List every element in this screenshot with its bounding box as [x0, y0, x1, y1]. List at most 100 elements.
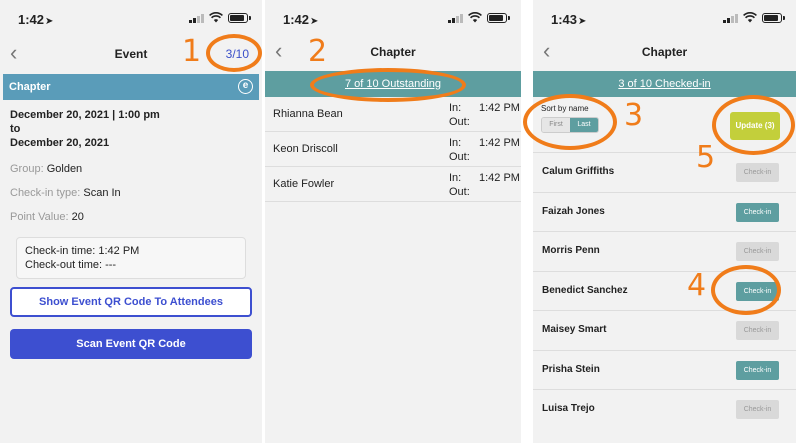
annotation-number: 4	[687, 268, 707, 303]
location-arrow-icon: ➤	[45, 16, 54, 27]
table-row: Prisha Stein Check-in	[533, 349, 796, 390]
page-title: Chapter	[641, 45, 688, 59]
event-details: December 20, 2021 | 1:00 pm to December …	[10, 100, 252, 443]
signal-icon	[448, 13, 463, 23]
event-counter[interactable]: 3/10	[226, 47, 249, 61]
attendee-list: Calum Griffiths Check-in Faizah Jones Check…	[533, 152, 796, 429]
table-row: Calum Griffiths Check-in	[533, 152, 796, 192]
location-arrow-icon: ➤	[578, 16, 587, 27]
chapter-label: Chapter	[9, 81, 51, 93]
status-icons	[448, 12, 510, 23]
sort-control: Sort by name First Last	[541, 104, 599, 133]
status-icons	[723, 12, 785, 23]
battery-icon	[487, 12, 510, 23]
e-logo-icon[interactable]: e	[238, 79, 253, 94]
attendee-name: Luisa Trejo	[542, 403, 595, 414]
table-row: Luisa Trejo Check-in	[533, 389, 796, 429]
in-out-labels: In: Out:	[449, 102, 470, 128]
wifi-icon	[209, 12, 223, 23]
check-in-button[interactable]: Check-in	[736, 400, 779, 419]
attendee-name: Benedict Sanchez	[542, 284, 628, 296]
scan-qr-code-button[interactable]: Scan Event QR Code	[10, 329, 252, 359]
event-date-to: to	[10, 123, 21, 135]
show-qr-code-button[interactable]: Show Event QR Code To Attendees	[10, 287, 252, 317]
page-title: Chapter	[370, 45, 416, 59]
check-in-button[interactable]: Check-in	[736, 202, 779, 222]
sort-label: Sort by name	[541, 104, 589, 113]
sort-last-option[interactable]: Last	[570, 118, 598, 132]
checked-in-banner: 3 of 10 Checked-in	[533, 71, 796, 97]
check-in-button[interactable]: Check-in	[736, 163, 779, 182]
status-icons	[189, 12, 251, 23]
table-row: Morris Penn Check-in	[533, 231, 796, 271]
check-in-button[interactable]: Check-in	[736, 321, 779, 340]
battery-icon	[762, 12, 785, 23]
group-label: Group:	[10, 163, 44, 175]
battery-icon	[228, 12, 251, 23]
attendee-name: Keon Driscoll	[273, 143, 338, 155]
event-end-date: December 20, 2021	[10, 137, 110, 149]
checkin-type-label: Check-in type:	[10, 187, 81, 199]
in-out-labels: In: Out:	[449, 137, 470, 163]
group-row: Group: Golden	[10, 163, 252, 175]
status-bar: 1:43➤	[533, 0, 796, 36]
in-out-labels: In: Out:	[449, 172, 470, 198]
status-time: 1:42➤	[18, 12, 54, 27]
sort-toggle[interactable]: First Last	[541, 117, 599, 133]
in-time: 1:42 PM	[479, 102, 520, 114]
table-row: Faizah Jones Check-in	[533, 191, 796, 232]
signal-icon	[723, 13, 738, 23]
table-row: Benedict Sanchez Check-in	[533, 270, 796, 311]
check-in-button[interactable]: Check-in	[736, 242, 779, 261]
attendee-name: Faizah Jones	[542, 205, 605, 217]
annotation-number: 1	[182, 34, 202, 69]
page-title: Event	[114, 47, 148, 61]
nav-bar: ‹ Event 3/10	[0, 36, 262, 72]
wifi-icon	[743, 12, 757, 23]
status-time: 1:43➤	[551, 12, 587, 27]
attendee-name: Maisey Smart	[542, 324, 607, 335]
update-button[interactable]: Update (3)	[730, 112, 780, 140]
outstanding-banner: 7 of 10 Outstanding	[265, 71, 521, 97]
list-item[interactable]: Keon Driscoll In: Out: 1:42 PM	[265, 132, 521, 167]
attendee-name: Prisha Stein	[542, 363, 600, 375]
checkin-time-box: Check-in time: 1:42 PM Check-out time: -…	[16, 237, 246, 279]
point-value-row: Point Value: 20	[10, 211, 252, 223]
outstanding-screen: 1:42➤ ‹ Chapter 7 of 10 Outstanding Rhia…	[265, 0, 521, 443]
nav-bar: ‹ Chapter	[533, 34, 796, 70]
chapter-header: Chapter e	[3, 74, 259, 100]
event-screen: 1:42➤ ‹ Event 3/10 Chapter e December 20…	[0, 0, 262, 443]
checkin-time: Check-in time: 1:42 PM	[25, 245, 140, 257]
attendee-name: Calum Griffiths	[542, 166, 615, 177]
point-value-label: Point Value:	[10, 211, 69, 223]
status-time: 1:42➤	[283, 12, 319, 27]
signal-icon	[189, 13, 204, 23]
table-row: Maisey Smart Check-in	[533, 310, 796, 350]
wifi-icon	[468, 12, 482, 23]
attendee-name: Rhianna Bean	[273, 108, 343, 120]
outstanding-list: Rhianna Bean In: Out: 1:42 PM Keon Drisco…	[265, 97, 521, 202]
list-item[interactable]: Rhianna Bean In: Out: 1:42 PM	[265, 97, 521, 132]
status-bar: 1:42➤	[265, 0, 521, 36]
nav-bar: ‹ Chapter	[265, 34, 521, 70]
annotation-number: 2	[308, 34, 328, 69]
attendee-name: Katie Fowler	[273, 178, 335, 190]
annotation-number: 5	[696, 140, 716, 175]
check-in-button[interactable]: Check-in	[736, 281, 779, 301]
in-time: 1:42 PM	[479, 137, 520, 149]
sort-first-option[interactable]: First	[542, 118, 570, 132]
annotation-number: 3	[624, 98, 644, 133]
outstanding-link[interactable]: 7 of 10 Outstanding	[265, 71, 521, 97]
checkin-type-value: Scan In	[83, 187, 121, 199]
checkin-type-row: Check-in type: Scan In	[10, 187, 252, 199]
location-arrow-icon: ➤	[310, 16, 319, 27]
checkout-time: Check-out time: ---	[25, 259, 117, 271]
in-time: 1:42 PM	[479, 172, 520, 184]
group-value: Golden	[46, 163, 83, 175]
checked-in-link[interactable]: 3 of 10 Checked-in	[533, 71, 796, 97]
event-start-date: December 20, 2021 | 1:00 pm	[10, 109, 160, 121]
point-value: 20	[71, 211, 84, 223]
attendee-name: Morris Penn	[542, 245, 600, 256]
check-in-button[interactable]: Check-in	[736, 360, 779, 380]
list-item[interactable]: Katie Fowler In: Out: 1:42 PM	[265, 167, 521, 202]
